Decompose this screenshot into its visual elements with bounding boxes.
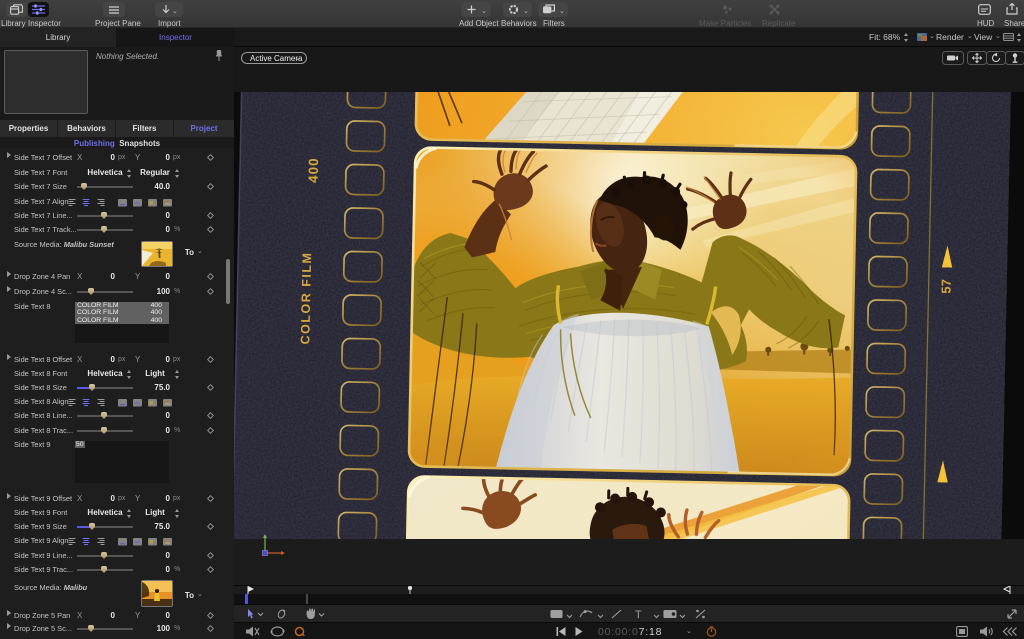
svg-text:T: T bbox=[635, 609, 642, 620]
svg-text:COLOR FILM: COLOR FILM bbox=[298, 252, 314, 345]
svg-text:400: 400 bbox=[306, 157, 322, 183]
svg-text:57: 57 bbox=[938, 279, 953, 294]
